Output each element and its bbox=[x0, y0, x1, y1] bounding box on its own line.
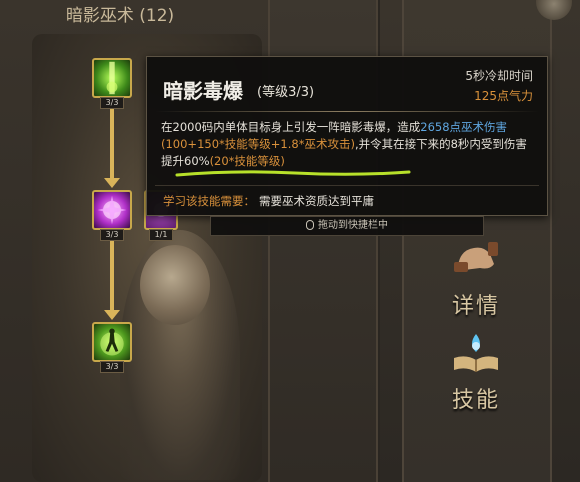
tooltip-divider bbox=[155, 111, 539, 112]
desc-formula: (100+150*技能等级+1.8*巫术攻击) bbox=[161, 137, 355, 151]
skill-count: 3/3 bbox=[100, 361, 124, 373]
desc-scaling: (20*技能等级) bbox=[209, 154, 285, 168]
desc-damage: 2658点巫术伤害 bbox=[420, 120, 508, 134]
requirement-value: 需要巫术资质达到平庸 bbox=[259, 194, 374, 208]
highlight-underline bbox=[175, 170, 411, 177]
desc-part: 在2000码内单体目标身上引发一阵暗影毒爆，造成 bbox=[161, 120, 421, 134]
details-label: 详情 bbox=[451, 294, 500, 319]
skill-node-b[interactable]: 3/3 bbox=[92, 190, 132, 241]
requirement-row: 学习该技能需要： 需要巫术资质达到平庸 bbox=[163, 193, 374, 209]
skill-count: 3/3 bbox=[100, 97, 124, 109]
skill-tooltip: 暗影毒爆 (等级3/3) 5秒冷却时间 125点气力 在2000码内单体目标身上… bbox=[146, 56, 548, 216]
connector-arrow-icon bbox=[104, 310, 120, 320]
green-beam-icon bbox=[106, 61, 118, 95]
skills-label: 技能 bbox=[451, 388, 500, 413]
spellbook-icon bbox=[454, 334, 498, 372]
skill-connector bbox=[110, 236, 114, 310]
drag-hint-text: 拖动到快捷栏中 bbox=[318, 220, 388, 231]
details-button[interactable]: 详情 bbox=[414, 236, 538, 320]
tooltip-divider bbox=[155, 185, 539, 186]
skill-count: 1/1 bbox=[149, 229, 173, 241]
warlock-head-art bbox=[140, 245, 210, 325]
green-figure-icon bbox=[100, 328, 124, 356]
skill-node-d[interactable]: 3/3 bbox=[92, 322, 132, 373]
skill-description: 在2000码内单体目标身上引发一阵暗影毒爆，造成2658点巫术伤害 (100+15… bbox=[161, 119, 537, 170]
skill-level: (等级3/3) bbox=[257, 85, 315, 100]
skills-button[interactable]: 技能 bbox=[414, 330, 538, 414]
mouse-icon bbox=[306, 220, 314, 230]
cost-text: 125点气力 bbox=[474, 89, 533, 103]
tree-title: 暗影巫术 (12) bbox=[65, 6, 175, 26]
skill-count: 3/3 bbox=[100, 229, 124, 241]
skill-connector bbox=[110, 104, 114, 178]
drag-to-hotbar-hint: 拖动到快捷栏中 bbox=[210, 216, 484, 236]
connector-arrow-icon bbox=[104, 178, 120, 188]
purple-burst-icon bbox=[97, 195, 127, 225]
skill-node-a[interactable]: 3/3 bbox=[92, 58, 132, 109]
skill-name: 暗影毒爆 bbox=[163, 79, 243, 103]
requirement-label: 学习该技能需要： bbox=[163, 194, 255, 208]
arm-flex-icon bbox=[454, 242, 498, 272]
cooldown-text: 5秒冷却时间 bbox=[465, 69, 533, 83]
